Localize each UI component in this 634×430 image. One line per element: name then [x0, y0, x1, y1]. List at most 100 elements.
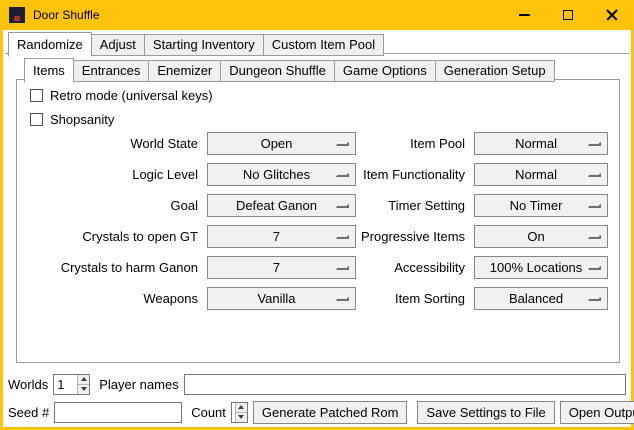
worlds-input[interactable] — [54, 375, 77, 394]
shopsanity-label: Shopsanity — [50, 112, 114, 127]
dropdown-indicator-icon — [588, 142, 601, 146]
player-names-input[interactable] — [184, 374, 626, 395]
window-content: Randomize Adjust Starting Inventory Cust… — [3, 30, 631, 427]
count-spin-arrows — [235, 403, 247, 422]
world-state-value: Open — [261, 136, 293, 151]
worlds-label: Worlds — [8, 377, 48, 392]
timer-setting-dropdown[interactable]: No Timer — [474, 194, 608, 217]
logic-level-dropdown[interactable]: No Glitches — [207, 163, 356, 186]
item-functionality-label: Item Functionality — [361, 167, 469, 182]
close-button[interactable] — [590, 0, 634, 30]
weapons-value: Vanilla — [257, 291, 295, 306]
accessibility-dropdown[interactable]: 100% Locations — [474, 256, 608, 279]
goal-label: Goal — [20, 198, 202, 213]
worlds-row: Worlds Player names — [8, 373, 626, 395]
tab-enemizer[interactable]: Enemizer — [148, 60, 221, 82]
item-sorting-label: Item Sorting — [361, 291, 469, 306]
tab-generation-setup[interactable]: Generation Setup — [435, 60, 555, 82]
open-output-directory-button[interactable]: Open Output Directory — [560, 401, 634, 424]
accessibility-value: 100% Locations — [490, 260, 583, 275]
dropdown-indicator-icon — [588, 173, 601, 177]
dropdown-indicator-icon — [588, 235, 601, 239]
generate-patched-rom-button[interactable]: Generate Patched Rom — [253, 401, 408, 424]
world-state-label: World State — [20, 136, 202, 151]
accessibility-label: Accessibility — [361, 260, 469, 275]
worlds-spin-down-button[interactable] — [78, 385, 89, 394]
minimize-button[interactable] — [502, 0, 546, 30]
tab-starting-inventory[interactable]: Starting Inventory — [144, 34, 264, 56]
seed-input[interactable] — [54, 402, 182, 423]
crystals-open-gt-value: 7 — [273, 229, 280, 244]
tab-entrances[interactable]: Entrances — [73, 60, 150, 82]
app-icon — [9, 7, 25, 23]
worlds-spinbox[interactable] — [53, 374, 90, 395]
tab-items[interactable]: Items — [24, 58, 74, 83]
player-names-label: Player names — [99, 377, 178, 392]
count-label: Count — [191, 405, 226, 420]
arrow-up-icon — [238, 405, 244, 409]
item-sorting-dropdown[interactable]: Balanced — [474, 287, 608, 310]
item-functionality-value: Normal — [515, 167, 557, 182]
crystals-open-gt-label: Crystals to open GT — [20, 229, 202, 244]
world-state-dropdown[interactable]: Open — [207, 132, 356, 155]
worlds-spin-up-button[interactable] — [78, 375, 89, 385]
goal-dropdown[interactable]: Defeat Ganon — [207, 194, 356, 217]
shopsanity-checkbox[interactable] — [30, 113, 43, 126]
save-settings-button[interactable]: Save Settings to File — [417, 401, 554, 424]
dropdown-indicator-icon — [588, 266, 601, 270]
tab-game-options[interactable]: Game Options — [334, 60, 436, 82]
tab-custom-item-pool[interactable]: Custom Item Pool — [263, 34, 384, 56]
dropdown-indicator-icon — [336, 235, 349, 239]
logic-level-value: No Glitches — [243, 167, 310, 182]
retro-mode-checkbox[interactable] — [30, 89, 43, 102]
item-pool-dropdown[interactable]: Normal — [474, 132, 608, 155]
tab-randomize[interactable]: Randomize — [8, 32, 92, 57]
item-functionality-dropdown[interactable]: Normal — [474, 163, 608, 186]
window-controls — [502, 0, 634, 30]
item-pool-value: Normal — [515, 136, 557, 151]
goal-value: Defeat Ganon — [236, 198, 317, 213]
crystals-harm-ganon-dropdown[interactable]: 7 — [207, 256, 356, 279]
retro-mode-row: Retro mode (universal keys) — [30, 87, 213, 103]
tab-adjust[interactable]: Adjust — [91, 34, 145, 56]
crystals-harm-ganon-value: 7 — [273, 260, 280, 275]
logic-level-label: Logic Level — [20, 167, 202, 182]
worlds-spin-arrows — [77, 375, 89, 394]
shopsanity-row: Shopsanity — [30, 111, 114, 127]
seed-row: Seed # Count Generate Patched Rom Save S… — [8, 400, 626, 424]
weapons-label: Weapons — [20, 291, 202, 306]
arrow-down-icon — [81, 387, 87, 391]
dropdown-indicator-icon — [336, 173, 349, 177]
retro-mode-label: Retro mode (universal keys) — [50, 88, 213, 103]
progressive-items-dropdown[interactable]: On — [474, 225, 608, 248]
item-sorting-value: Balanced — [509, 291, 563, 306]
outer-tabbar: Randomize Adjust Starting Inventory Cust… — [8, 32, 384, 56]
options-grid: World State Open Item Pool Normal Logic … — [20, 132, 607, 310]
dropdown-indicator-icon — [588, 204, 601, 208]
crystals-open-gt-dropdown[interactable]: 7 — [207, 225, 356, 248]
minimize-icon — [519, 14, 530, 16]
window-title: Door Shuffle — [33, 8, 100, 22]
tab-dungeon-shuffle[interactable]: Dungeon Shuffle — [220, 60, 335, 82]
inner-tabbar: Items Entrances Enemizer Dungeon Shuffle… — [24, 58, 555, 82]
maximize-icon — [563, 10, 573, 20]
maximize-button[interactable] — [546, 0, 590, 30]
dropdown-indicator-icon — [336, 204, 349, 208]
count-spin-up-button[interactable] — [236, 403, 247, 413]
dropdown-indicator-icon — [588, 297, 601, 301]
dropdown-indicator-icon — [336, 142, 349, 146]
count-spinbox[interactable] — [231, 402, 248, 423]
close-icon — [606, 9, 618, 21]
arrow-up-icon — [81, 377, 87, 381]
weapons-dropdown[interactable]: Vanilla — [207, 287, 356, 310]
progressive-items-label: Progressive Items — [361, 229, 469, 244]
item-pool-label: Item Pool — [361, 136, 469, 151]
crystals-harm-ganon-label: Crystals to harm Ganon — [20, 260, 202, 275]
progressive-items-value: On — [527, 229, 544, 244]
count-spin-down-button[interactable] — [236, 413, 247, 422]
titlebar: Door Shuffle — [0, 0, 634, 30]
seed-label: Seed # — [8, 405, 49, 420]
dropdown-indicator-icon — [336, 266, 349, 270]
timer-setting-value: No Timer — [510, 198, 563, 213]
dropdown-indicator-icon — [336, 297, 349, 301]
